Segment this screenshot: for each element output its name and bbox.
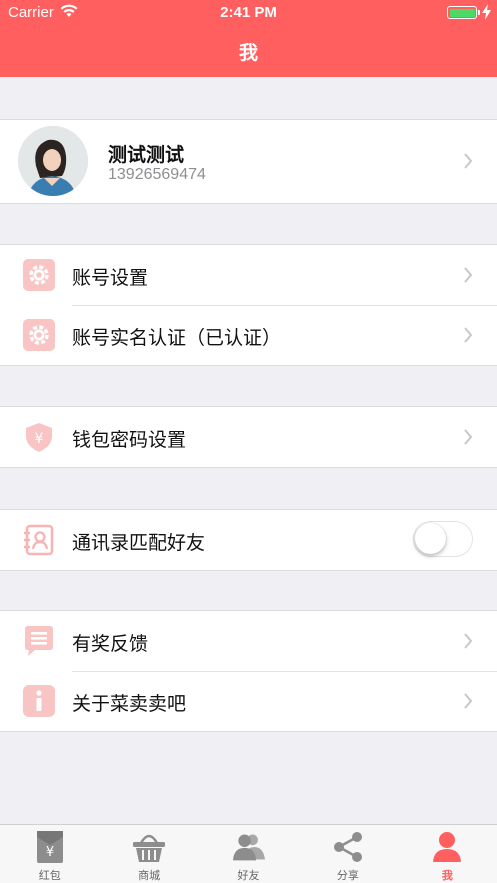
chevron-right-icon [464, 267, 473, 283]
chevron-right-icon [464, 153, 473, 169]
wallet-section: ¥ 钱包密码设置 [0, 406, 497, 468]
friends-icon [232, 834, 265, 861]
misc-section: 有奖反馈 关于菜卖卖吧 [0, 610, 497, 732]
page-title: 我 [238, 42, 258, 64]
chevron-right-icon [464, 429, 473, 445]
feedback-label: 有奖反馈 [72, 633, 149, 655]
svg-text:¥: ¥ [35, 431, 44, 447]
toggle-knob [415, 523, 446, 554]
tab-bar: ¥ 红包 商城 好友 分享 我 [0, 824, 497, 883]
status-time: 2:41 PM [220, 4, 277, 21]
tab-label: 红包 [38, 869, 61, 882]
contacts-section: 通讯录匹配好友 [0, 509, 497, 571]
profile-phone: 13926569474 [108, 166, 206, 183]
basket-icon [133, 834, 166, 862]
gear-icon [23, 319, 55, 351]
info-icon [23, 685, 55, 717]
contacts-match-row: 通讯录匹配好友 [0, 510, 497, 570]
avatar [18, 126, 88, 196]
status-bar: Carrier 2:41 PM [0, 0, 497, 26]
svg-text:¥: ¥ [46, 845, 54, 860]
chevron-right-icon [464, 633, 473, 649]
tab-mall[interactable]: 商城 [99, 825, 198, 883]
real-name-auth-row[interactable]: 账号实名认证（已认证） [0, 305, 497, 365]
header-bar: Carrier 2:41 PM 我 [0, 0, 497, 77]
real-name-auth-label: 账号实名认证（已认证） [72, 327, 282, 349]
tab-share[interactable]: 分享 [298, 825, 397, 883]
contacts-book-icon [24, 524, 54, 556]
wallet-password-row[interactable]: ¥ 钱包密码设置 [0, 407, 497, 467]
tab-label: 分享 [336, 869, 359, 882]
shield-yuan-icon: ¥ [26, 423, 52, 452]
tab-label: 好友 [237, 869, 260, 882]
contacts-match-toggle[interactable] [413, 521, 473, 557]
feedback-icon [25, 626, 53, 656]
red-packet-icon: ¥ [36, 831, 63, 863]
share-icon [333, 832, 362, 862]
feedback-row[interactable]: 有奖反馈 [0, 611, 497, 671]
account-section: 账号设置 账号实名认证（已认证） [0, 244, 497, 366]
about-row[interactable]: 关于菜卖卖吧 [0, 671, 497, 731]
tab-label: 我 [441, 869, 453, 882]
charging-bolt-icon [482, 4, 491, 20]
gear-icon [23, 259, 55, 291]
profile-name: 测试测试 [108, 144, 185, 166]
wallet-password-label: 钱包密码设置 [72, 429, 187, 451]
tab-label: 商城 [138, 869, 161, 882]
profile-section: 测试测试 13926569474 [0, 119, 497, 204]
profile-row[interactable]: 测试测试 13926569474 [0, 120, 497, 203]
about-label: 关于菜卖卖吧 [72, 693, 187, 715]
tab-me[interactable]: 我 [398, 825, 497, 883]
contacts-match-label: 通讯录匹配好友 [72, 532, 206, 554]
tab-red-packet[interactable]: ¥ 红包 [0, 825, 99, 883]
tab-friends[interactable]: 好友 [199, 825, 298, 883]
account-settings-label: 账号设置 [72, 267, 149, 289]
person-icon [433, 832, 462, 862]
chevron-right-icon [464, 327, 473, 343]
battery-icon [447, 6, 480, 19]
chevron-right-icon [464, 693, 473, 709]
account-settings-row[interactable]: 账号设置 [0, 245, 497, 305]
